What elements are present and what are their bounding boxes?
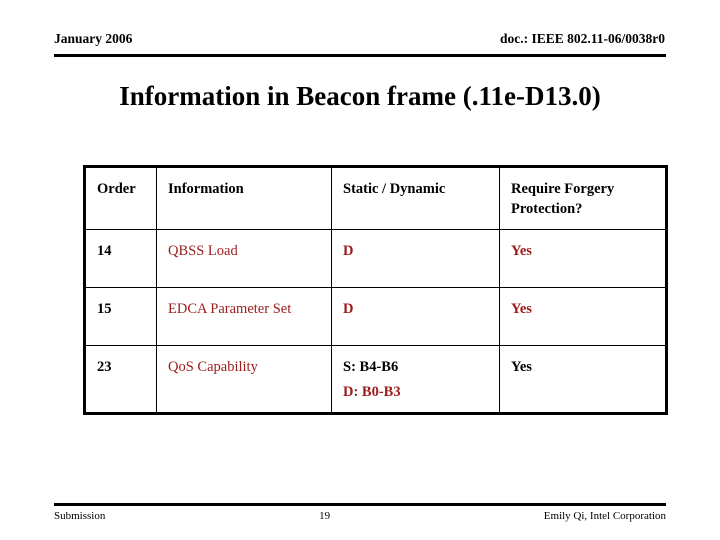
header-doc-id: doc.: IEEE 802.11-06/0038r0 (499, 31, 665, 46)
table-header-row: Order Information Static / Dynamic Requi… (84, 166, 667, 230)
table-row: 23 QoS Capability S: B4-B6 D: B0-B3 Yes (84, 345, 667, 414)
table-row: 15 EDCA Parameter Set D Yes (84, 287, 667, 346)
beacon-info-table-container: Order Information Static / Dynamic Requi… (83, 165, 668, 415)
column-header-forgery-protection: Require Forgery Protection? (499, 166, 667, 230)
cell-static-dynamic: D (331, 229, 500, 288)
footer-submission-label: Submission (54, 510, 106, 522)
column-header-static-dynamic: Static / Dynamic (331, 166, 500, 230)
slide-header: January 2006 doc.: IEEE 802.11-06/0038r0 (54, 30, 666, 57)
cell-information: EDCA Parameter Set (156, 287, 332, 346)
cell-order: 23 (84, 345, 157, 414)
page-title: Information in Beacon frame (.11e-D13.0) (119, 81, 601, 111)
column-header-order: Order (84, 166, 157, 230)
cell-forgery-protection: Yes (499, 229, 667, 288)
cell-order: 15 (84, 287, 157, 346)
slide-footer: Submission 19 Emily Qi, Intel Corporatio… (54, 503, 666, 523)
header-date: January 2006 (54, 31, 133, 46)
cell-order: 14 (84, 229, 157, 288)
footer-author: Emily Qi, Intel Corporation (543, 510, 666, 522)
cell-information: QBSS Load (156, 229, 332, 288)
cell-static-dynamic: D (331, 287, 500, 346)
cell-static-dynamic-line-dynamic: D: B0-B3 (343, 384, 401, 400)
table-row: 14 QBSS Load D Yes (84, 229, 667, 288)
footer-page-number: 19 (319, 510, 331, 522)
cell-static-dynamic: S: B4-B6 D: B0-B3 (331, 345, 500, 414)
column-header-information: Information (156, 166, 332, 230)
cell-static-dynamic-line-static: S: B4-B6 (343, 359, 399, 375)
cell-forgery-protection: Yes (499, 345, 667, 414)
beacon-info-table: Order Information Static / Dynamic Requi… (83, 165, 668, 415)
cell-forgery-protection: Yes (499, 287, 667, 346)
cell-information: QoS Capability (156, 345, 332, 414)
